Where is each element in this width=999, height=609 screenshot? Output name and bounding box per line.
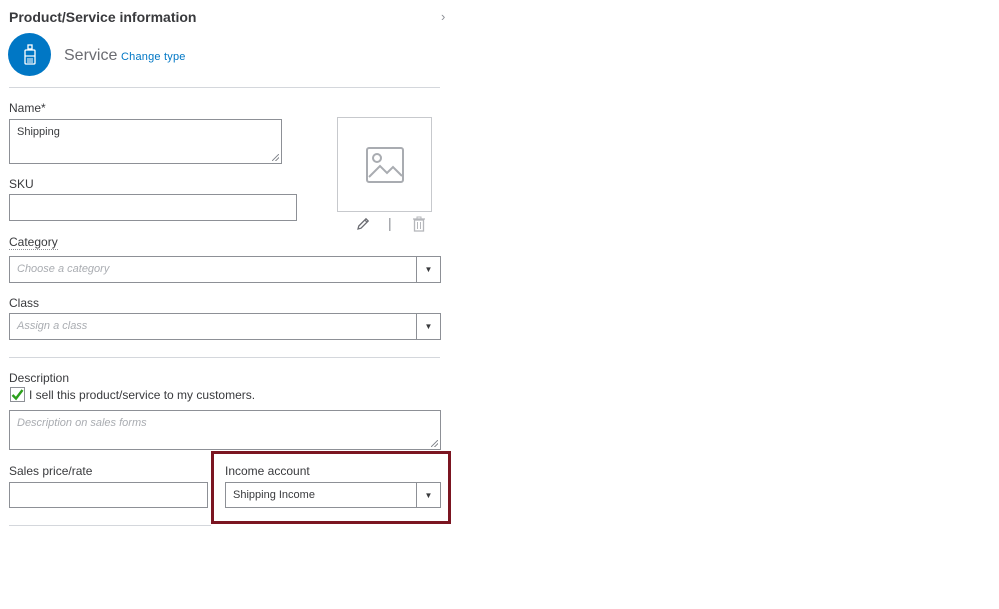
pencil-icon[interactable]	[355, 216, 371, 237]
sell-checkbox-label: I sell this product/service to my custom…	[29, 388, 256, 402]
icon-separator: |	[388, 215, 392, 231]
item-type-label: Service	[64, 47, 118, 64]
sku-value	[10, 195, 296, 207]
change-type-link[interactable]: Change type	[121, 51, 186, 63]
image-placeholder-icon	[365, 146, 404, 183]
sku-field[interactable]	[9, 194, 297, 221]
name-label: Name*	[9, 101, 46, 115]
category-placeholder: Choose a category	[17, 263, 110, 275]
resize-handle[interactable]	[431, 440, 438, 447]
income-account-highlight	[211, 451, 451, 524]
item-image-placeholder[interactable]	[337, 117, 432, 212]
sell-checkbox[interactable]	[10, 387, 25, 402]
class-label: Class	[9, 296, 40, 310]
sales-description-placeholder: Description on sales forms	[17, 417, 147, 429]
description-label: Description	[9, 371, 70, 385]
chevron-down-icon[interactable]: ▼	[416, 314, 440, 339]
sales-description-field[interactable]: Description on sales forms	[9, 410, 441, 450]
name-field[interactable]: Shipping	[9, 119, 282, 164]
category-label-wrap: Category	[9, 235, 58, 250]
class-placeholder: Assign a class	[17, 320, 88, 332]
chevron-down-icon[interactable]: ▼	[416, 257, 440, 282]
resize-handle[interactable]	[272, 154, 279, 161]
sales-price-value	[10, 483, 207, 495]
category-select[interactable]: Choose a category ▼	[9, 256, 441, 283]
category-label[interactable]: Category	[9, 235, 58, 250]
sku-label: SKU	[9, 177, 34, 191]
checkmark-icon	[11, 389, 24, 401]
sales-price-label: Sales price/rate	[9, 464, 93, 478]
divider	[9, 525, 211, 526]
sales-price-field[interactable]	[9, 482, 208, 508]
panel-title: Product/Service information	[9, 9, 197, 25]
close-panel-icon[interactable]: ›	[441, 9, 445, 24]
divider	[9, 87, 440, 88]
trash-icon[interactable]	[411, 216, 427, 237]
name-value: Shipping	[17, 126, 60, 138]
service-bell-icon	[8, 33, 51, 76]
divider	[9, 357, 440, 358]
class-select[interactable]: Assign a class ▼	[9, 313, 441, 340]
